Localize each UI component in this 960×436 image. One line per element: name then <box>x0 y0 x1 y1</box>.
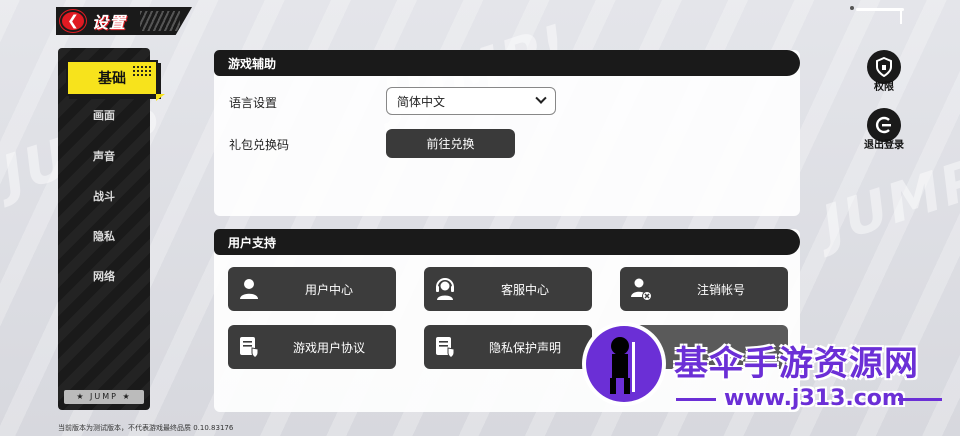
section-title: 用户支持 <box>228 235 277 250</box>
site-logo <box>582 322 666 406</box>
sidebar-item-combat[interactable]: 战斗 <box>58 181 150 211</box>
sidebar-item-sound[interactable]: 声音 <box>58 141 150 171</box>
button-label: 游戏用户协议 <box>292 341 365 355</box>
giftcode-label: 礼包兑换码 <box>229 138 290 152</box>
sidebar-item-label: 隐私 <box>93 230 115 243</box>
version-note: 当前版本为测试版本，不代表游戏最终品质 0.10.83176 <box>58 424 234 432</box>
header-decoration <box>140 11 180 31</box>
document-shield-icon <box>436 337 455 359</box>
button-label: 用户中心 <box>304 283 353 297</box>
chevron-down-icon <box>535 92 547 104</box>
section-header: 游戏辅助 <box>214 50 800 76</box>
logout-icon <box>875 116 891 134</box>
language-label: 语言设置 <box>229 96 278 110</box>
button-label: 隐私保护声明 <box>488 341 561 355</box>
shield-icon <box>876 57 892 77</box>
logout-label: 退出登录 <box>864 140 904 151</box>
halftone-decoration <box>132 65 152 77</box>
sidebar-item-label: 网络 <box>93 270 115 283</box>
sidebar: 基础 画面 声音 战斗 隐私 网络 ★ JUMP ★ <box>58 48 165 410</box>
permissions-label: 权限 <box>874 82 894 93</box>
sidebar-item-label: 声音 <box>93 150 115 163</box>
status-tick <box>900 10 902 24</box>
customer-service-button[interactable]: 客服中心 <box>424 267 592 311</box>
site-watermark-name: 基伞手游资源网 <box>674 344 919 384</box>
sidebar-item-privacy[interactable]: 隐私 <box>58 221 150 251</box>
sidebar-item-label: 战斗 <box>93 190 115 203</box>
sidebar-item-label: 画面 <box>93 109 115 122</box>
privacy-statement-button[interactable]: 隐私保护声明 <box>424 325 592 369</box>
sidebar-item-label: 基础 <box>98 71 126 87</box>
headset-icon <box>436 278 454 300</box>
user-center-button[interactable]: 用户中心 <box>228 267 396 311</box>
section-header: 用户支持 <box>214 229 800 255</box>
section-title: 游戏辅助 <box>228 56 277 71</box>
back-button[interactable]: ❮ <box>60 10 86 32</box>
status-bar <box>856 8 904 11</box>
user-icon <box>240 279 258 299</box>
redeem-giftcode-button[interactable]: 前往兑换 <box>386 129 515 158</box>
status-indicator <box>850 6 854 10</box>
language-select[interactable]: 简体中文 <box>386 87 556 115</box>
user-agreement-button[interactable]: 游戏用户协议 <box>228 325 396 369</box>
sidebar-item-basic[interactable]: 基础 <box>66 60 165 101</box>
site-watermark-url: www.j313.com <box>724 386 905 411</box>
sidebar-footer-logo: ★ JUMP ★ <box>64 390 144 404</box>
sidebar-item-display[interactable]: 画面 <box>58 100 150 130</box>
arrow-left-icon: ❮ <box>67 13 79 29</box>
page-title: 设置 <box>92 13 127 32</box>
sidebar-item-network[interactable]: 网络 <box>58 261 150 291</box>
decorative-line <box>898 398 942 401</box>
top-bar: ❮ 设置 <box>56 7 192 35</box>
language-value: 简体中文 <box>397 94 446 109</box>
delete-account-button[interactable]: 注销帐号 <box>620 267 788 311</box>
button-label: 注销帐号 <box>696 283 745 297</box>
user-remove-icon <box>631 278 652 301</box>
button-label: 客服中心 <box>500 283 549 297</box>
decorative-line <box>676 398 716 401</box>
document-shield-icon <box>240 337 259 359</box>
